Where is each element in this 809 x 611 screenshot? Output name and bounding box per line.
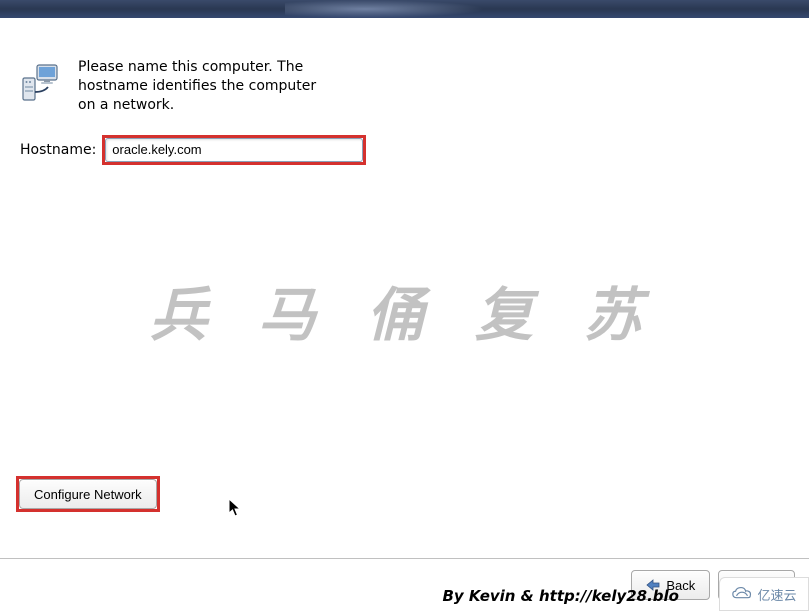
brand-badge: 亿速云 [719,577,809,611]
configure-network-highlight: Configure Network [16,476,160,512]
window-title-bar [0,0,809,18]
attribution-text: By Kevin & http://kely28.blo [442,587,679,605]
hostname-label: Hostname: [20,142,96,158]
footer-nav: Back Next [0,558,809,611]
brand-label: 亿速云 [757,585,796,604]
configure-network-label: Configure Network [34,487,142,502]
main-content: Please name this computer. The hostname … [0,18,809,558]
watermark-text: 兵 马 俑 复 苏 [0,268,809,352]
configure-network-button[interactable]: Configure Network [19,479,157,509]
hostname-input[interactable] [105,138,363,162]
intro-row: Please name this computer. The hostname … [20,58,789,115]
configure-network-area: Configure Network [16,476,160,512]
network-computer-icon [20,60,64,102]
cursor-icon [228,498,244,522]
hostname-highlight [102,135,366,165]
intro-text: Please name this computer. The hostname … [78,58,338,115]
hostname-row: Hostname: [20,135,789,165]
